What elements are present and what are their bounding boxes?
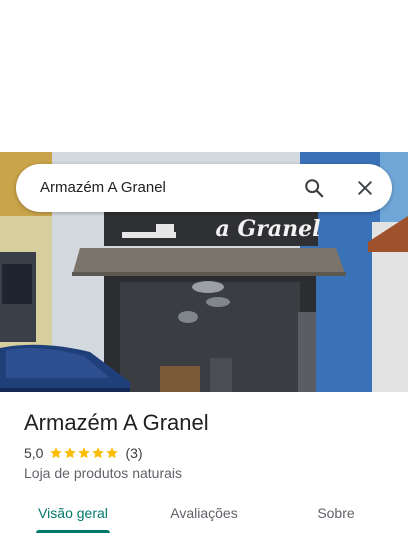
rating-row[interactable]: 5,0 (3) bbox=[24, 444, 143, 462]
tab-reviews[interactable]: Avaliações bbox=[150, 500, 258, 540]
search-bar[interactable]: Armazém A Granel bbox=[16, 164, 392, 212]
search-button[interactable] bbox=[298, 172, 330, 204]
tab-overview[interactable]: Visão geral bbox=[20, 500, 126, 540]
place-category[interactable]: Loja de produtos naturais bbox=[24, 465, 182, 481]
star-icon bbox=[50, 447, 63, 459]
star-icon bbox=[64, 447, 77, 459]
review-count[interactable]: (3) bbox=[125, 445, 142, 461]
star-icon bbox=[106, 447, 119, 459]
close-icon bbox=[358, 181, 372, 195]
rating-value: 5,0 bbox=[24, 445, 44, 461]
star-rating bbox=[49, 446, 119, 460]
sign-text: a Granel bbox=[216, 216, 321, 242]
place-info-panel: Armazém A Granel 5,0 (3) Loja de produto… bbox=[0, 392, 408, 544]
search-icon bbox=[305, 179, 324, 198]
place-card-page: a Granel Armazém A Granel Armazém A Gran… bbox=[0, 0, 408, 544]
close-button[interactable] bbox=[349, 172, 381, 204]
star-icon bbox=[78, 447, 91, 459]
star-icon bbox=[92, 447, 105, 459]
search-input[interactable]: Armazém A Granel bbox=[40, 164, 166, 212]
active-tab-indicator bbox=[36, 530, 110, 533]
place-tabs: Visão geral Avaliações Sobre bbox=[0, 500, 408, 540]
place-title: Armazém A Granel bbox=[24, 410, 209, 435]
tab-about[interactable]: Sobre bbox=[296, 500, 376, 540]
